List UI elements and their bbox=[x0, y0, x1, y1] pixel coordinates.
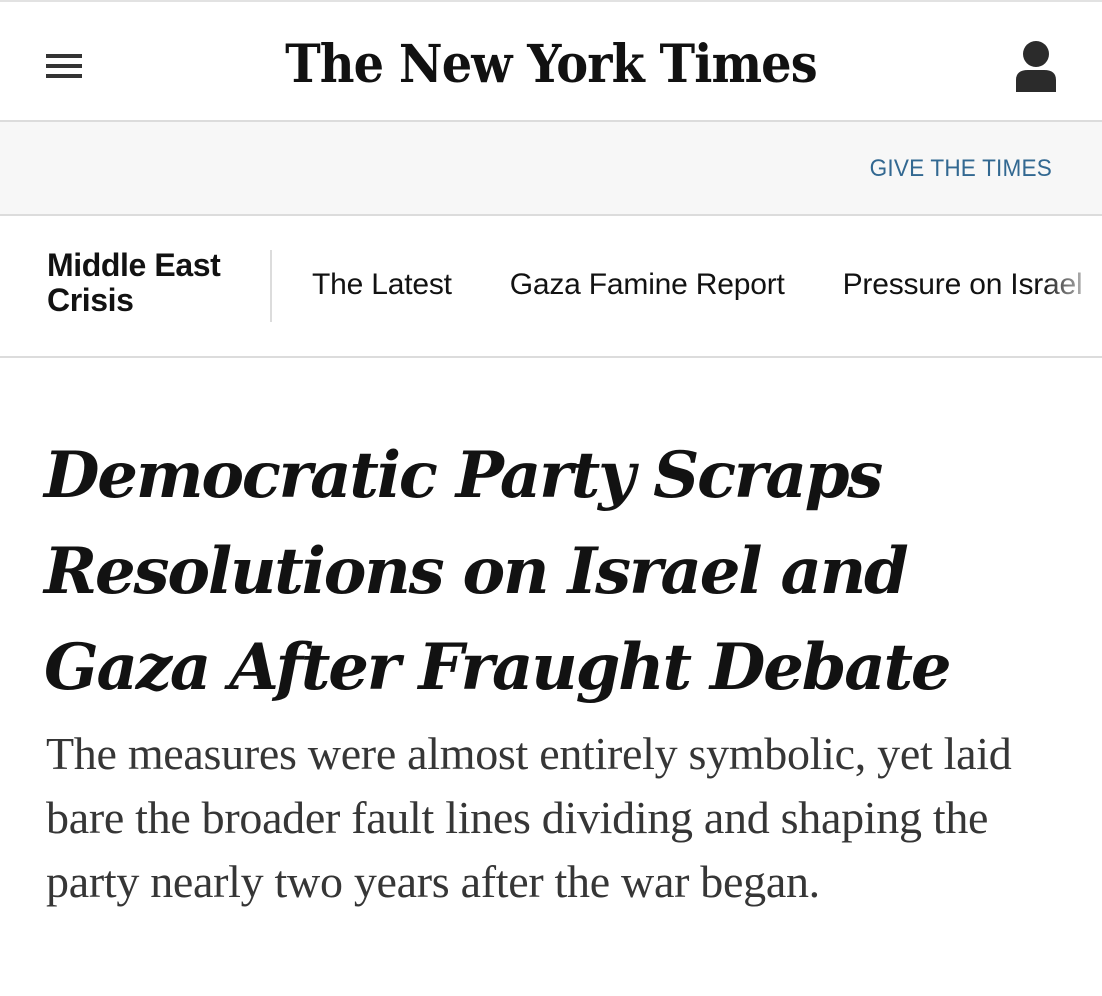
article-summary: The measures were almost entirely symbol… bbox=[46, 728, 1012, 907]
promo-bar: GIVE THE TIMES bbox=[0, 122, 1102, 216]
give-the-times-link[interactable]: GIVE THE TIMES bbox=[870, 155, 1052, 183]
article-headline: Democratic Party Scraps Resolutions on I… bbox=[44, 438, 952, 705]
user-silhouette bbox=[1016, 41, 1056, 92]
nav-scroll-fade bbox=[1042, 216, 1102, 356]
section-nav: Middle East Crisis The Latest Gaza Famin… bbox=[0, 216, 1102, 358]
masthead: The New York Times bbox=[0, 0, 1102, 122]
menu-bar bbox=[46, 74, 82, 78]
logo-text: The New York Times bbox=[285, 33, 818, 95]
nyt-logo[interactable]: The New York Times bbox=[285, 26, 818, 102]
user-account-icon[interactable] bbox=[1014, 40, 1058, 92]
section-divider bbox=[270, 250, 272, 322]
section-nav-items: The Latest Gaza Famine Report Pressure o… bbox=[312, 268, 1102, 302]
nav-item-the-latest[interactable]: The Latest bbox=[312, 268, 452, 302]
menu-bar bbox=[46, 54, 82, 58]
section-title[interactable]: Middle East Crisis bbox=[47, 248, 247, 318]
hamburger-menu-icon[interactable] bbox=[46, 52, 82, 80]
menu-bar bbox=[46, 64, 82, 68]
nav-item-gaza-famine-report[interactable]: Gaza Famine Report bbox=[510, 268, 785, 302]
